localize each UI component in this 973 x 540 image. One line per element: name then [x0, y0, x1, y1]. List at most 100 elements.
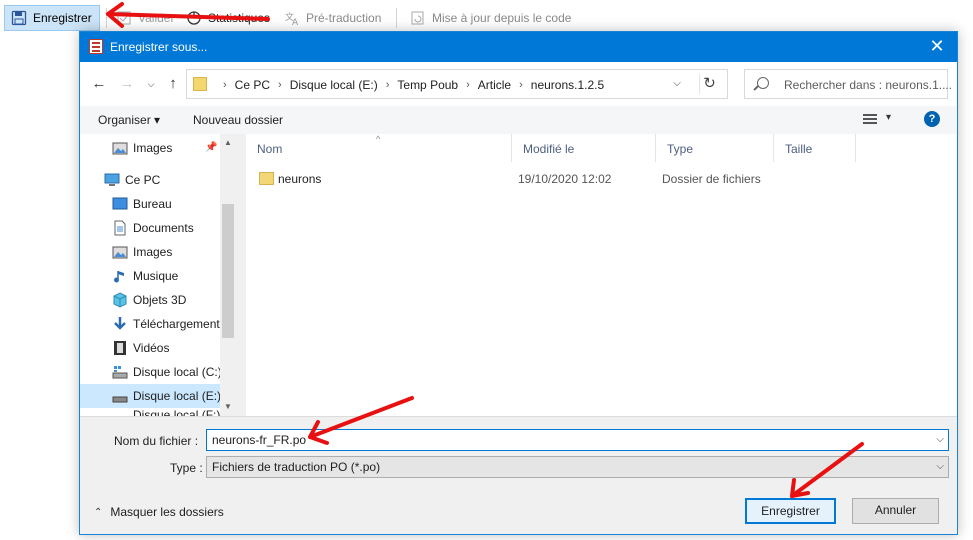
checkbox-icon	[116, 10, 132, 26]
new-folder-button[interactable]: Nouveau dossier	[193, 113, 283, 127]
toolbar-statistics-button[interactable]: Statistiques	[186, 5, 270, 31]
toolbar-separator	[106, 8, 107, 28]
toolbar-validate-button[interactable]: Valider	[116, 5, 174, 31]
sidebar-item-label: Bureau	[133, 197, 172, 211]
toolbar-save-label: Enregistrer	[33, 11, 92, 25]
filetype-select[interactable]: Fichiers de traduction PO (*.po) ⌵	[206, 456, 949, 478]
sidebar-item-images[interactable]: Images	[112, 240, 220, 264]
close-icon[interactable]: ✕	[927, 36, 947, 56]
toolbar-save-button[interactable]: Enregistrer	[4, 5, 100, 31]
address-bar[interactable]: › Ce PC › Disque local (E:) › Temp Poub …	[186, 69, 728, 99]
breadcrumb-item[interactable]: Ce PC	[235, 78, 270, 92]
hide-folders-label: Masquer les dossiers	[110, 505, 224, 519]
up-arrow-icon[interactable]: ↑	[164, 75, 182, 93]
recent-locations-chevron-icon[interactable]: ⌵	[142, 75, 160, 93]
sidebar-item-this-pc[interactable]: Ce PC	[104, 168, 220, 192]
column-header-modified[interactable]: Modifié le	[512, 134, 656, 162]
sidebar-item-music[interactable]: Musique	[112, 264, 220, 288]
sidebar-item-desktop[interactable]: Bureau	[112, 192, 220, 216]
images-icon	[112, 140, 128, 156]
column-header-label: Type	[667, 142, 694, 156]
filetype-label: Type :	[170, 461, 203, 475]
toolbar-update-from-code-button[interactable]: Mise à jour depuis le code	[410, 5, 571, 31]
hide-folders-toggle[interactable]: ⌃ Masquer les dossiers	[94, 505, 224, 519]
sidebar-item-videos[interactable]: Vidéos	[112, 336, 220, 360]
cube-icon	[112, 292, 128, 308]
filename-value: neurons-fr_FR.po	[212, 433, 307, 447]
file-list: ^ Nom Modifié le Type Taille neurons 19/…	[246, 134, 957, 416]
sidebar-item-label: Vidéos	[133, 341, 170, 355]
navigation-bar: ← → ⌵ ↑ › Ce PC › Disque local (E:) › Te…	[80, 62, 957, 106]
video-icon	[112, 340, 128, 356]
pin-icon[interactable]: 📌	[205, 143, 217, 153]
sidebar-scrollbar[interactable]: ▲ ▼	[220, 134, 236, 416]
scroll-down-icon[interactable]: ▼	[222, 400, 234, 414]
view-options-icon[interactable]	[863, 114, 877, 125]
documents-icon	[112, 220, 128, 236]
column-header-size[interactable]: Taille	[774, 134, 856, 162]
save-button[interactable]: Enregistrer	[745, 498, 836, 524]
forward-arrow-icon[interactable]: →	[118, 75, 136, 93]
breadcrumb-separator-icon[interactable]: ›	[386, 79, 390, 91]
drive-icon	[112, 364, 128, 380]
organize-button[interactable]: Organiser ▾	[98, 113, 160, 127]
dialog-title: Enregistrer sous...	[110, 40, 208, 54]
sidebar-item-label: Disque local (E:)	[133, 389, 222, 403]
breadcrumb-item[interactable]: neurons.1.2.5	[531, 78, 604, 92]
breadcrumb-separator-icon[interactable]: ›	[519, 79, 523, 91]
save-as-dialog: Enregistrer sous... ✕ ← → ⌵ ↑ › Ce PC › …	[79, 31, 958, 535]
chevron-down-icon[interactable]: ⌵	[936, 434, 944, 445]
breadcrumb-item[interactable]: Temp Poub	[397, 78, 458, 92]
sidebar-item-label: Disque local (C:)	[133, 365, 222, 379]
search-placeholder: Rechercher dans : neurons.1....	[784, 78, 953, 92]
search-box[interactable]: Rechercher dans : neurons.1....	[744, 69, 952, 99]
toolbar-separator	[396, 8, 397, 28]
breadcrumb: › Ce PC › Disque local (E:) › Temp Poub …	[215, 78, 604, 92]
floppy-disk-icon	[11, 10, 27, 26]
back-arrow-icon[interactable]: ←	[90, 75, 108, 93]
column-header-label: Taille	[785, 142, 813, 156]
translate-icon: 文A	[284, 10, 300, 28]
svg-text:A: A	[292, 18, 299, 26]
column-header-name[interactable]: Nom	[246, 134, 512, 162]
breadcrumb-separator-icon[interactable]: ›	[278, 79, 282, 91]
navigation-pane: Images 📌 Ce PC Bureau Documents Images M…	[80, 134, 236, 416]
sidebar-item-documents[interactable]: Documents	[112, 216, 220, 240]
breadcrumb-item[interactable]: Article	[478, 78, 511, 92]
filename-label: Nom du fichier :	[114, 434, 199, 448]
toolbar-pretranslation-button[interactable]: 文A Pré-traduction	[284, 5, 381, 31]
view-dropdown-icon[interactable]: ▾	[886, 112, 891, 123]
folder-icon	[259, 172, 274, 185]
refresh-icon[interactable]: ↻	[699, 74, 719, 94]
scrollbar-thumb[interactable]	[222, 204, 234, 338]
breadcrumb-separator-icon[interactable]: ›	[466, 79, 470, 91]
breadcrumb-separator-icon: ›	[223, 79, 227, 91]
sidebar-item-drive-e[interactable]: Disque local (E:)	[80, 384, 222, 408]
update-icon	[410, 10, 426, 26]
file-row[interactable]: neurons 19/10/2020 12:02 Dossier de fich…	[246, 168, 957, 190]
sidebar-item-downloads[interactable]: Téléchargements	[112, 312, 226, 336]
column-header-label: Nom	[257, 142, 283, 156]
chevron-down-icon[interactable]: ⌵	[936, 461, 944, 472]
cancel-button[interactable]: Annuler	[852, 498, 939, 524]
sidebar-item-label: Images	[133, 245, 173, 259]
help-icon[interactable]: ?	[924, 111, 940, 127]
address-dropdown-icon[interactable]: ⌵	[667, 74, 687, 94]
dialog-titlebar[interactable]: Enregistrer sous... ✕	[80, 32, 957, 62]
scroll-up-icon[interactable]: ▲	[222, 136, 234, 150]
filename-input[interactable]: neurons-fr_FR.po ⌵	[206, 429, 949, 451]
sidebar-item-images-pinned[interactable]: Images 📌	[112, 136, 218, 160]
music-icon	[112, 268, 128, 284]
sidebar-item-3d-objects[interactable]: Objets 3D	[112, 288, 220, 312]
toolbar-pretranslation-label: Pré-traduction	[306, 11, 382, 25]
sidebar-item-label: Documents	[133, 221, 194, 235]
column-header-type[interactable]: Type	[656, 134, 774, 162]
file-modified: 19/10/2020 12:02	[518, 172, 612, 186]
sidebar-item-label: Ce PC	[125, 173, 161, 187]
toolbar-update-from-code-label: Mise à jour depuis le code	[432, 11, 572, 25]
filetype-value: Fichiers de traduction PO (*.po)	[212, 460, 381, 474]
sidebar-item-drive-c[interactable]: Disque local (C:)	[112, 360, 222, 384]
sidebar-item-drive-f[interactable]: Disque local (F:)	[112, 408, 220, 416]
folder-icon	[193, 77, 207, 91]
breadcrumb-item[interactable]: Disque local (E:)	[290, 78, 378, 92]
